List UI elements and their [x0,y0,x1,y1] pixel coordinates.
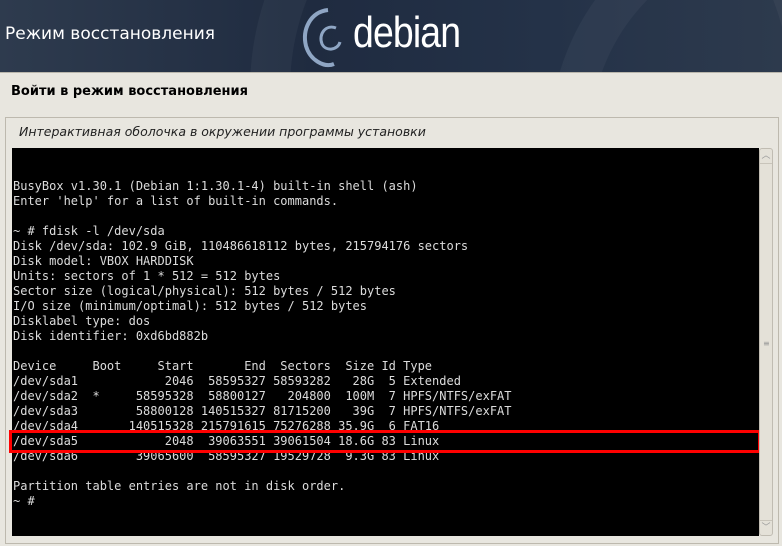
debian-logo: debian [298,4,478,70]
terminal[interactable]: BusyBox v1.30.1 (Debian 1:1.30.1-4) buil… [12,148,759,536]
scroll-down-icon[interactable]: ﹀ [760,520,772,535]
header-title: Режим восстановления [5,24,215,44]
terminal-line: Disk /dev/sda: 102.9 GiB, 110486618112 b… [13,239,469,253]
terminal-line: Units: sectors of 1 * 512 = 512 bytes [13,269,281,283]
terminal-line: /dev/sda2 * 58595328 58800127 204800 100… [13,389,512,403]
step-title: Войти в режим восстановления [11,84,248,99]
panel-title: Интерактивная оболочка в окружении прогр… [19,124,426,139]
terminal-line: Disk model: VBOX HARDDISK [13,254,194,268]
header-banner: Режим восстановления debian [0,0,782,72]
terminal-line: ~ # [13,494,35,508]
terminal-scrollbar[interactable]: ︿ ≡ ﹀ [759,148,773,536]
terminal-line: Device Boot Start End Sectors Size Id Ty… [13,359,433,373]
terminal-output: BusyBox v1.30.1 (Debian 1:1.30.1-4) buil… [12,148,759,509]
terminal-line: /dev/sda3 58800128 140515327 81715200 39… [13,404,512,418]
logo-text: debian [353,8,461,57]
debian-swirl-icon [303,8,342,67]
terminal-line: ~ # fdisk -l /dev/sda [13,224,165,238]
terminal-line: Partition table entries are not in disk … [13,479,346,493]
terminal-line: /dev/sda1 2046 58595327 58593282 28G 5 E… [13,374,461,388]
scroll-grip-icon[interactable]: ≡ [763,340,770,348]
terminal-line: BusyBox v1.30.1 (Debian 1:1.30.1-4) buil… [13,179,418,193]
terminal-line: Disklabel type: dos [13,314,151,328]
terminal-line: I/O size (minimum/optimal): 512 bytes / … [13,299,368,313]
terminal-line: Disk identifier: 0xd6bd882b [13,329,209,343]
terminal-line: Enter 'help' for a list of built-in comm… [13,194,339,208]
divider [0,72,782,73]
scroll-up-icon[interactable]: ︿ [760,149,772,164]
terminal-line: Sector size (logical/physical): 512 byte… [13,284,396,298]
highlight-box-sda5 [9,430,761,453]
